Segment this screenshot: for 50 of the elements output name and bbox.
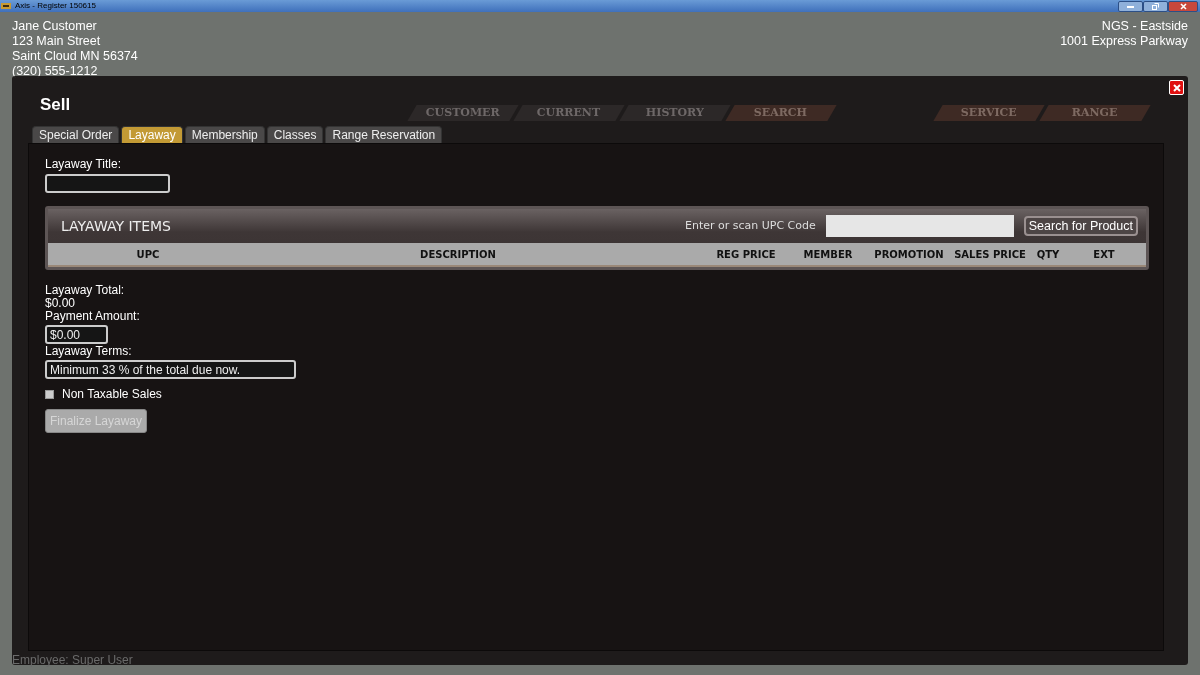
tab[interactable]: Layaway — [121, 126, 183, 143]
restore-icon — [1152, 2, 1159, 10]
field-label: Layaway Total: — [45, 284, 126, 297]
terms-field[interactable]: Minimum 33 % of the total due now. — [45, 360, 296, 379]
address-line: 123 Main Street — [12, 34, 102, 49]
close-icon — [1172, 83, 1181, 92]
column-header: MEMBER — [802, 247, 854, 262]
column-header: REG PRICE — [715, 247, 777, 262]
column-header: EXT — [1092, 247, 1116, 262]
search-button[interactable]: Search for Product — [1023, 216, 1138, 236]
field-label: Payment Amount: — [45, 310, 141, 323]
address-line: 1001 Express Parkway — [1060, 34, 1188, 49]
nav-tab[interactable]: RANGE — [1039, 105, 1151, 121]
dialog-title: Sell — [40, 95, 71, 115]
address-line: (320) 555-1212 — [12, 64, 99, 79]
tab[interactable]: Range Reservation — [325, 126, 443, 143]
address-line: Saint Cloud MN 56374 — [12, 49, 138, 64]
field-label: Enter or scan UPC Code — [685, 217, 816, 234]
window-title: Axis - Register 150615 — [15, 1, 96, 11]
column-header: DESCRIPTION — [419, 247, 497, 262]
nav-tab[interactable]: SEARCH — [725, 105, 837, 121]
minimize-icon — [1127, 4, 1134, 8]
employee-label: Employee: Super User — [12, 653, 134, 667]
customer-name: Jane Customer — [12, 19, 98, 34]
upc-field[interactable] — [825, 215, 1014, 237]
panel-title: LAYAWAY ITEMS — [61, 216, 171, 236]
column-header: UPC — [135, 247, 161, 262]
close-icon — [1179, 2, 1187, 10]
tab[interactable]: Special Order — [32, 126, 120, 143]
field-label: Layaway Terms: — [45, 345, 133, 358]
restore-button[interactable] — [1143, 0, 1168, 12]
nav-tab[interactable]: HISTORY — [619, 105, 731, 121]
store-name: NGS - Eastside — [1100, 19, 1188, 34]
nav-tab[interactable]: CUSTOMER — [407, 105, 519, 121]
close-button[interactable] — [1168, 0, 1198, 12]
checkbox-label: Non Taxable Sales — [62, 386, 162, 403]
total-value: $0.00 — [45, 297, 76, 310]
payment-field[interactable]: $0.00 — [45, 325, 108, 344]
nav-tab[interactable]: SERVICE — [933, 105, 1045, 121]
column-header: PROMOTION — [873, 247, 945, 262]
title-field[interactable] — [45, 174, 170, 193]
column-header: SALES PRICE — [953, 247, 1027, 262]
minimize-button[interactable] — [1118, 0, 1143, 12]
tab[interactable]: Classes — [266, 126, 324, 143]
column-header: QTY — [1035, 247, 1061, 262]
logo-icon — [1, 3, 11, 9]
nav-tab[interactable]: CURRENT — [513, 105, 625, 121]
tab[interactable]: Membership — [184, 126, 265, 143]
field-label: Layaway Title: — [45, 158, 123, 171]
checkbox[interactable] — [45, 389, 54, 399]
